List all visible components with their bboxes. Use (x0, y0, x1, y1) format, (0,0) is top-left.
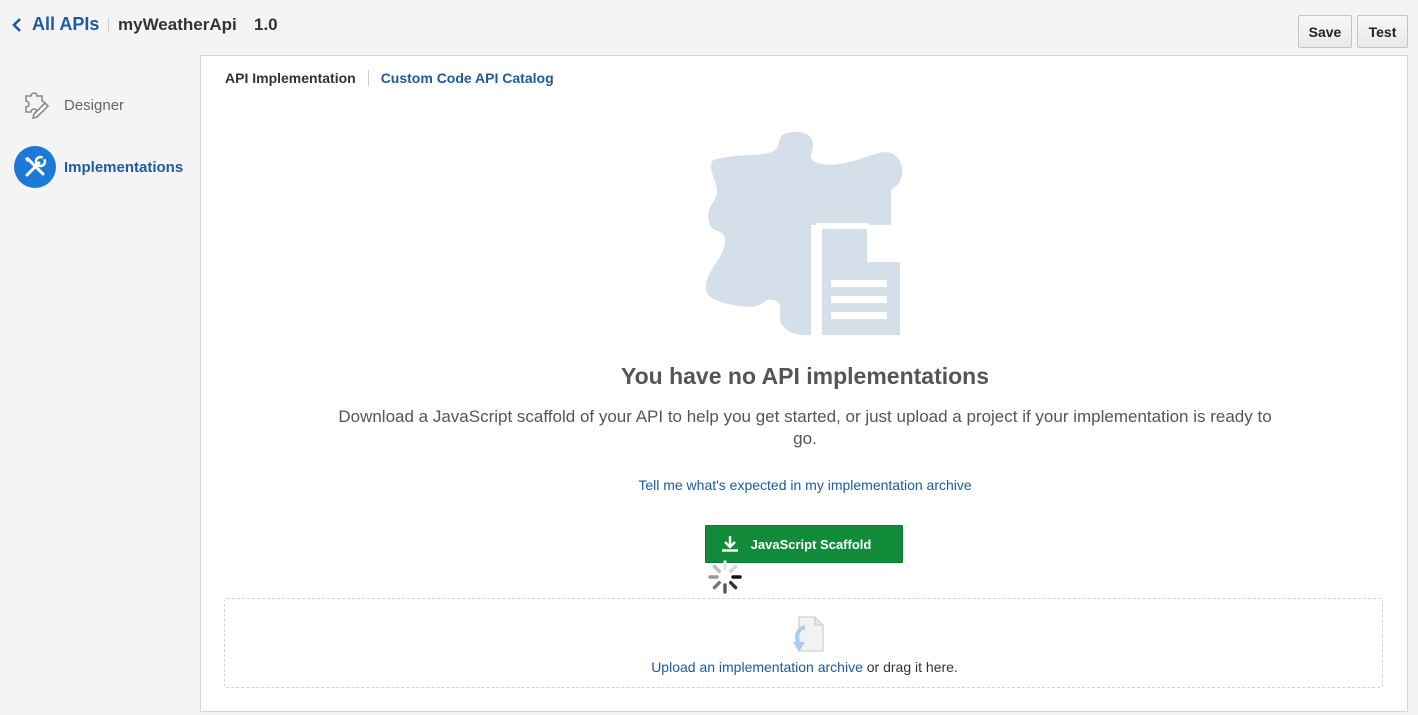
puzzle-document-icon (705, 131, 906, 340)
back-link-label: All APIs (32, 14, 100, 34)
upload-instructions: Upload an implementation archive or drag… (225, 659, 1384, 675)
main-panel: API Implementation Custom Code API Catal… (200, 55, 1408, 712)
sidebar-item-implementations[interactable]: Implementations (14, 146, 183, 188)
api-name: myWeatherApi (118, 15, 237, 34)
upload-drop-zone[interactable]: Upload an implementation archive or drag… (224, 598, 1383, 688)
header-divider (108, 18, 109, 32)
upload-archive-link[interactable]: Upload an implementation archive (651, 659, 863, 675)
back-to-all-apis-link[interactable]: All APIs (12, 14, 99, 35)
designer-icon (14, 84, 56, 126)
javascript-scaffold-button[interactable]: JavaScript Scaffold (705, 525, 903, 563)
tools-icon (14, 146, 56, 188)
loading-spinner-icon (708, 560, 742, 594)
empty-state-description: Download a JavaScript scaffold of your A… (338, 407, 1272, 448)
tab-custom-code-api-catalog[interactable]: Custom Code API Catalog (381, 70, 554, 86)
empty-state-title: You have no API implementations (620, 363, 990, 389)
javascript-scaffold-label: JavaScript Scaffold (750, 536, 872, 552)
panel-tabs: API Implementation Custom Code API Catal… (225, 70, 554, 86)
test-button[interactable]: Test (1357, 15, 1408, 48)
upload-file-icon (793, 616, 824, 652)
page-header: All APIs myWeatherApi 1.0 Save Test (0, 0, 1418, 52)
download-icon (721, 536, 738, 552)
tab-divider (367, 70, 369, 86)
sidebar-item-designer-label: Designer (64, 96, 125, 114)
upload-suffix-text: or drag it here. (862, 659, 958, 675)
sidebar-item-implementations-label: Implementations (64, 158, 184, 176)
sidebar-item-designer[interactable]: Designer (14, 84, 124, 126)
chevron-left-icon (12, 17, 21, 32)
tab-api-implementation[interactable]: API Implementation (225, 70, 356, 86)
implementation-archive-help-link[interactable]: Tell me what's expected in my implementa… (638, 477, 971, 493)
help-link-row: Tell me what's expected in my implementa… (201, 477, 1409, 493)
api-version: 1.0 (254, 15, 278, 34)
save-button[interactable]: Save (1298, 15, 1352, 48)
